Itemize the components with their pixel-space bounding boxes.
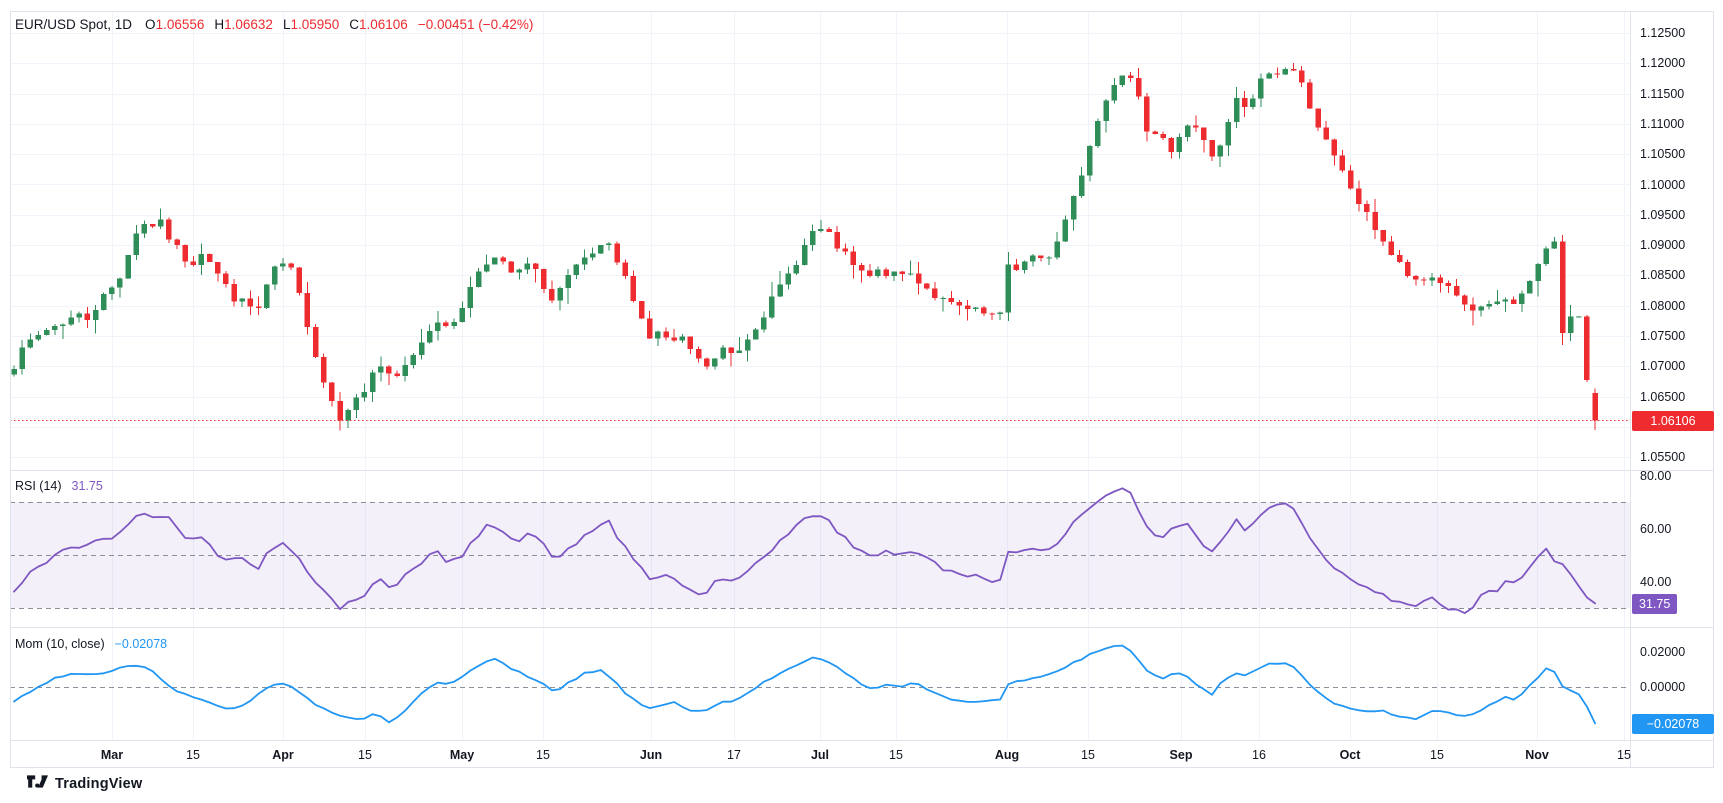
mom-name: Mom (10, close) (15, 637, 105, 651)
time-scale[interactable] (10, 740, 1630, 767)
ohlc-low: L1.05950 (283, 17, 339, 32)
rsi-legend[interactable]: RSI (14) 31.75 (15, 479, 103, 493)
change-value: −0.00451 (−0.42%) (418, 17, 534, 32)
tradingview-link[interactable]: TradingView (27, 774, 142, 793)
trading-chart: EUR/USD Spot, 1D O1.06556 H1.06632 L1.05… (0, 0, 1723, 803)
candles-layer (11, 63, 1598, 430)
ohlc-open: O1.06556 (145, 17, 204, 32)
ohlc-close: C1.06106 (349, 17, 408, 32)
price-legend[interactable]: EUR/USD Spot, 1D O1.06556 H1.06632 L1.05… (15, 17, 533, 32)
tradingview-logo-icon (27, 774, 48, 793)
rsi-name: RSI (14) (15, 479, 62, 493)
mom-legend[interactable]: Mom (10, close) −0.02078 (15, 637, 167, 651)
mom-value-badge: −0.02078 (1632, 714, 1714, 734)
last-price-badge: 1.06106 (1632, 411, 1714, 431)
brand-text: TradingView (55, 776, 142, 792)
mom-value: −0.02078 (115, 637, 167, 651)
rsi-value: 31.75 (72, 479, 103, 493)
gridlines (10, 11, 1630, 740)
mom-line (14, 646, 1595, 724)
ohlc-high: H1.06632 (214, 17, 273, 32)
symbol-title: EUR/USD Spot, 1D (15, 17, 132, 32)
chart-canvas[interactable] (0, 0, 1723, 803)
price-scale[interactable] (1630, 11, 1723, 740)
rsi-value-badge: 31.75 (1632, 594, 1677, 614)
